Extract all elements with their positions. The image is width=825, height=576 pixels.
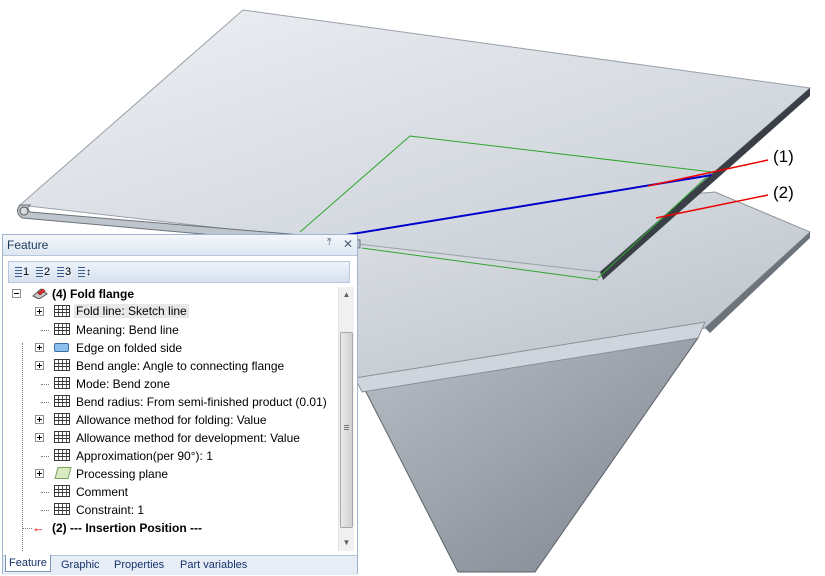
table-icon — [54, 305, 70, 317]
tree-root[interactable]: (4) Fold flange — [8, 285, 338, 303]
tree-item-label: Bend radius: From semi-finished product … — [76, 395, 327, 409]
pin-icon[interactable]: ⤒ — [327, 237, 331, 248]
tab-properties[interactable]: Properties — [111, 558, 167, 572]
scroll-down-arrow-icon[interactable]: ▼ — [339, 535, 354, 551]
expand-all-button[interactable]: ↕ — [78, 264, 91, 280]
feature-tree[interactable]: (4) Fold flange Fold line: Sketch line M… — [8, 285, 338, 551]
callout-2-label: (2) — [773, 183, 794, 202]
tree-item-bend-radius[interactable]: Bend radius: From semi-finished product … — [8, 393, 338, 411]
expand-icon[interactable] — [35, 307, 44, 316]
tree-connector — [41, 456, 49, 457]
tree-level-3-button[interactable]: 3 — [57, 264, 71, 280]
table-icon — [54, 323, 70, 335]
tree-connector — [41, 384, 49, 385]
table-icon — [54, 377, 70, 389]
close-icon[interactable]: ✕ — [343, 237, 353, 251]
tree-connector — [41, 402, 49, 403]
tree-level-2-button[interactable]: 2 — [36, 264, 50, 280]
tree-item-mode[interactable]: Mode: Bend zone — [8, 375, 338, 393]
tree-item-processing-plane[interactable]: Processing plane — [8, 465, 338, 483]
tree-item-label: Allowance method for folding: Value — [76, 413, 267, 427]
tree-item-label: Edge on folded side — [76, 341, 183, 355]
tree-item-label: Bend angle: Angle to connecting flange — [76, 359, 285, 373]
tab-part-variables[interactable]: Part variables — [177, 558, 250, 572]
expand-icon[interactable] — [35, 361, 44, 370]
fold-flange-icon — [32, 288, 48, 299]
hem-end — [19, 206, 29, 216]
expand-icon[interactable] — [35, 469, 44, 478]
tree-connector — [41, 330, 49, 331]
expand-icon[interactable] — [35, 433, 44, 442]
tree-item-label: Constraint: 1 — [76, 503, 145, 517]
grip-icon — [344, 425, 349, 431]
scroll-thumb[interactable] — [340, 332, 353, 528]
table-icon — [54, 503, 70, 515]
plane-icon — [54, 467, 72, 479]
tree-item-label: Comment — [76, 485, 129, 499]
callout-1-label: (1) — [773, 147, 794, 166]
tree-item-label: Mode: Bend zone — [76, 377, 171, 391]
list-icon — [15, 266, 22, 278]
tree-item-label: Allowance method for development: Value — [76, 431, 300, 445]
tree-item-allowance-development[interactable]: Allowance method for development: Value — [8, 429, 338, 447]
tree-scrollbar[interactable]: ▲ ▼ — [338, 287, 354, 551]
scroll-up-arrow-icon[interactable]: ▲ — [339, 287, 354, 303]
table-icon — [54, 431, 70, 443]
collapse-icon[interactable] — [12, 289, 21, 298]
panel-title: Feature — [7, 238, 49, 252]
expand-all-icon — [78, 266, 85, 278]
red-arrow-icon: ← — [32, 520, 45, 535]
tree-item-allowance-folding[interactable]: Allowance method for folding: Value — [8, 411, 338, 429]
tree-connector — [41, 510, 49, 511]
tree-item-label: Approximation(per 90°): 1 — [76, 449, 213, 463]
table-icon — [54, 359, 70, 371]
tree-item-comment[interactable]: Comment — [8, 483, 338, 501]
panel-tabs: Feature Graphic Properties Part variable… — [3, 555, 357, 575]
list-icon — [36, 266, 43, 278]
tree-item-meaning[interactable]: Meaning: Bend line — [8, 321, 338, 339]
table-icon — [54, 449, 70, 461]
tree-item-edge[interactable]: Edge on folded side — [8, 339, 338, 357]
table-icon — [54, 413, 70, 425]
table-icon — [54, 485, 70, 497]
tree-root-label: (4) Fold flange — [52, 287, 134, 301]
panel-header: Feature ⤒ ✕ — [3, 235, 357, 256]
tree-item-label: (2) --- Insertion Position --- — [52, 521, 202, 535]
tree-level-toolbar: 1 2 3 ↕ — [8, 261, 350, 283]
expand-icon[interactable] — [35, 343, 44, 352]
tree-item-fold-line[interactable]: Fold line: Sketch line — [8, 303, 338, 321]
table-icon — [54, 395, 70, 407]
tree-level-1-button[interactable]: 1 — [15, 264, 29, 280]
edge-icon — [54, 343, 69, 352]
tree-connector — [41, 492, 49, 493]
expand-icon[interactable] — [35, 415, 44, 424]
feature-panel: Feature ⤒ ✕ 1 2 3 ↕ (4) Fold flange Fold… — [2, 234, 358, 575]
tree-item-bend-angle[interactable]: Bend angle: Angle to connecting flange — [8, 357, 338, 375]
tree-item-label: Processing plane — [76, 467, 169, 481]
tree-connector — [22, 528, 32, 529]
tree-item-constraint[interactable]: Constraint: 1 — [8, 501, 338, 519]
tree-item-approximation[interactable]: Approximation(per 90°): 1 — [8, 447, 338, 465]
tree-item-label: Meaning: Bend line — [76, 323, 179, 337]
tab-feature[interactable]: Feature — [5, 555, 51, 572]
list-icon — [57, 266, 64, 278]
tab-graphic[interactable]: Graphic — [58, 558, 103, 572]
tree-item-insertion-position[interactable]: ← (2) --- Insertion Position --- — [8, 519, 338, 537]
tree-item-label: Fold line: Sketch line — [74, 304, 189, 318]
